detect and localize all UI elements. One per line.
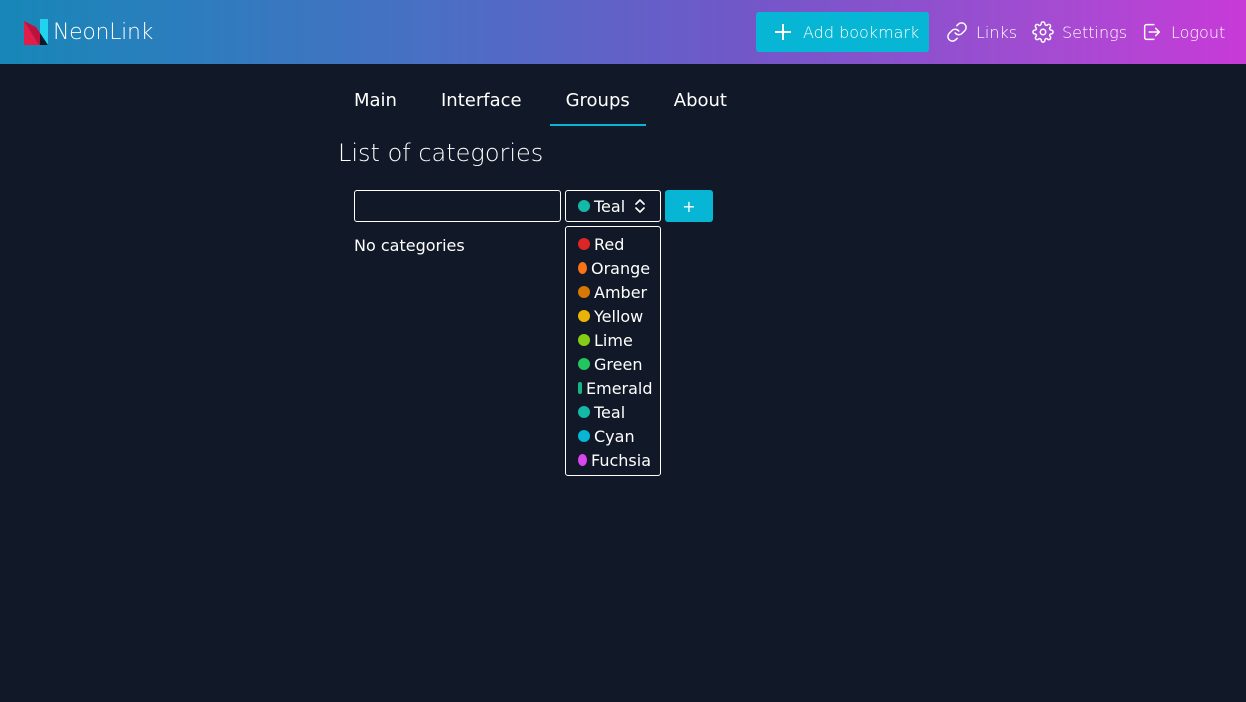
color-option-red[interactable]: Red bbox=[566, 232, 660, 256]
top-header: NeonLink Add bookmark Links Settings Log… bbox=[0, 0, 1246, 64]
add-bookmark-label: Add bookmark bbox=[803, 22, 920, 42]
plus-icon bbox=[775, 24, 791, 40]
color-option-green[interactable]: Green bbox=[566, 352, 660, 376]
page-title: List of categories bbox=[338, 139, 544, 167]
color-option-label: Emerald bbox=[586, 378, 653, 398]
color-option-yellow[interactable]: Yellow bbox=[566, 304, 660, 328]
selected-color-label: Teal bbox=[594, 196, 626, 216]
tab-groups[interactable]: Groups bbox=[549, 82, 646, 126]
color-option-emerald[interactable]: Emerald bbox=[566, 376, 660, 400]
color-option-label: Amber bbox=[594, 282, 648, 302]
gear-icon bbox=[1032, 21, 1054, 43]
nav-links[interactable]: Links bbox=[946, 20, 1017, 44]
color-select[interactable]: Teal bbox=[565, 190, 661, 222]
color-dot-fuchsia bbox=[578, 454, 587, 466]
color-dot-orange bbox=[578, 262, 587, 274]
color-option-teal[interactable]: Teal bbox=[566, 400, 660, 424]
app-title: NeonLink bbox=[53, 19, 154, 45]
color-option-label: Fuchsia bbox=[591, 450, 651, 470]
color-dot-green bbox=[578, 358, 590, 370]
select-arrows-icon bbox=[635, 199, 645, 213]
color-option-lime[interactable]: Lime bbox=[566, 328, 660, 352]
nav-settings[interactable]: Settings bbox=[1032, 20, 1127, 44]
tab-interface[interactable]: Interface bbox=[425, 82, 538, 126]
color-option-label: Red bbox=[594, 234, 625, 254]
neonlink-logo-icon bbox=[24, 19, 48, 45]
nav-logout[interactable]: Logout bbox=[1141, 20, 1225, 44]
tab-about[interactable]: About bbox=[658, 82, 743, 126]
color-dot-lime bbox=[578, 334, 590, 346]
color-dot-teal bbox=[578, 406, 590, 418]
color-dropdown: Red Orange Amber Yellow Lime Green Emera… bbox=[565, 226, 661, 476]
category-name-input[interactable] bbox=[354, 190, 561, 222]
nav-links-label: Links bbox=[976, 22, 1018, 42]
color-option-label: Teal bbox=[594, 402, 626, 422]
color-option-orange[interactable]: Orange bbox=[566, 256, 660, 280]
add-bookmark-button[interactable]: Add bookmark bbox=[756, 12, 929, 52]
color-dot-cyan bbox=[578, 430, 590, 442]
empty-categories-message: No categories bbox=[354, 236, 465, 255]
color-option-amber[interactable]: Amber bbox=[566, 280, 660, 304]
settings-tabs: Main Interface Groups About bbox=[338, 82, 755, 126]
logout-icon bbox=[1143, 23, 1161, 41]
color-option-label: Green bbox=[594, 354, 643, 374]
color-option-label: Yellow bbox=[594, 306, 644, 326]
color-option-label: Lime bbox=[594, 330, 633, 350]
color-dot-yellow bbox=[578, 310, 590, 322]
color-option-fuchsia[interactable]: Fuchsia bbox=[566, 448, 660, 472]
add-category-button[interactable]: + bbox=[665, 190, 713, 222]
link-icon bbox=[947, 22, 967, 42]
color-dot-red bbox=[578, 238, 590, 250]
app-logo[interactable]: NeonLink bbox=[24, 18, 153, 46]
nav-logout-label: Logout bbox=[1171, 22, 1226, 42]
color-option-label: Orange bbox=[591, 258, 651, 278]
selected-color-dot bbox=[578, 200, 590, 212]
color-dot-emerald bbox=[578, 382, 582, 394]
tab-main[interactable]: Main bbox=[338, 82, 413, 126]
color-option-label: Cyan bbox=[594, 426, 635, 446]
color-dot-amber bbox=[578, 286, 590, 298]
color-option-cyan[interactable]: Cyan bbox=[566, 424, 660, 448]
nav-settings-label: Settings bbox=[1062, 22, 1128, 42]
